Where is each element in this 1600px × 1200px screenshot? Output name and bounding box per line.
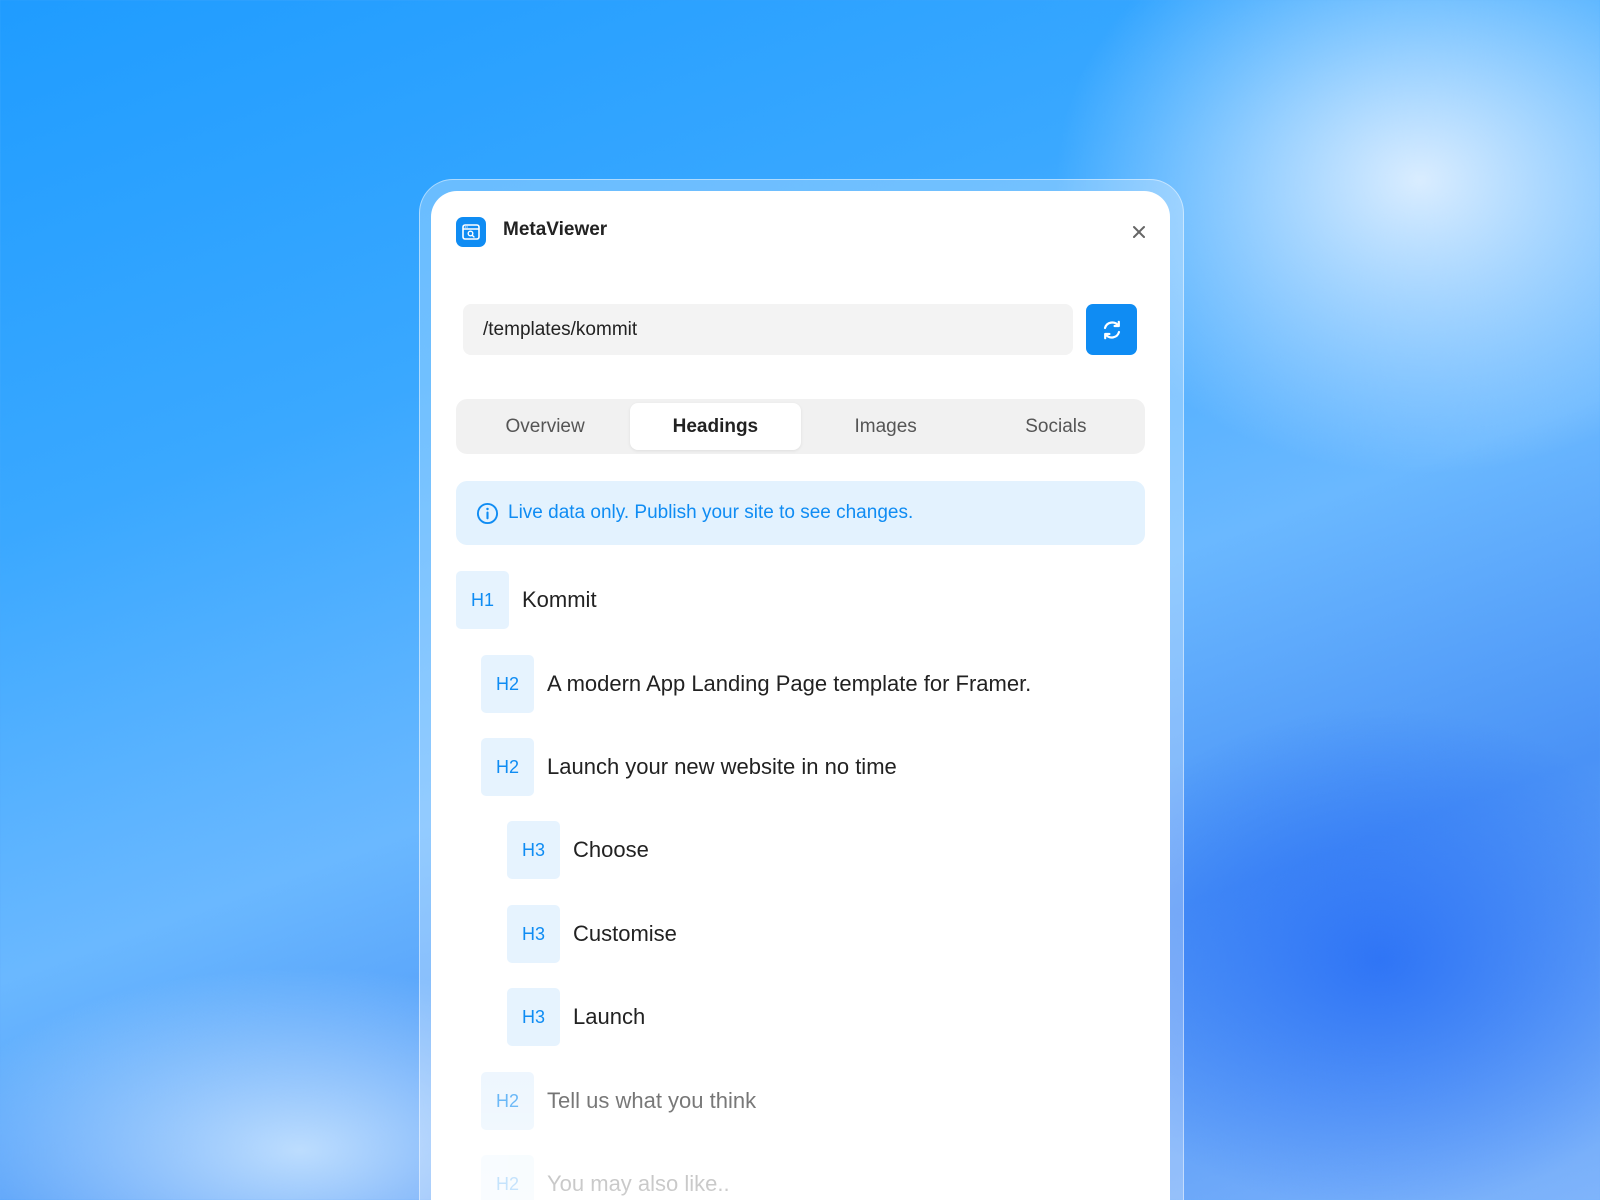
heading-level-badge: H3 xyxy=(507,821,560,879)
heading-text: Kommit xyxy=(522,587,597,612)
heading-text: Launch your new website in no time xyxy=(547,754,897,779)
heading-item-h3[interactable]: H3 Choose xyxy=(507,821,649,879)
heading-level-badge: H1 xyxy=(456,571,509,629)
metaviewer-window: MetaViewer Overview Headings Images Soci… xyxy=(431,191,1170,1200)
heading-text: You may also like.. xyxy=(547,1171,730,1196)
title-bar: MetaViewer xyxy=(431,191,1170,273)
refresh-icon xyxy=(1103,320,1120,339)
heading-level-badge: H3 xyxy=(507,988,560,1046)
heading-level-badge: H2 xyxy=(481,1072,534,1130)
heading-item-h3[interactable]: H3 Customise xyxy=(507,905,677,963)
refresh-button[interactable] xyxy=(1086,304,1137,355)
url-path-input[interactable] xyxy=(463,304,1073,355)
heading-text: A modern App Landing Page template for F… xyxy=(547,671,1032,696)
heading-level-badge: H2 xyxy=(481,1155,534,1200)
tab-socials[interactable]: Socials xyxy=(971,403,1141,450)
app-title: MetaViewer xyxy=(503,219,608,240)
heading-text: Tell us what you think xyxy=(547,1088,757,1113)
tab-bar: Overview Headings Images Socials xyxy=(456,399,1145,454)
heading-item-h2[interactable]: H2 Launch your new website in no time xyxy=(481,738,897,796)
banner-message: Live data only. Publish your site to see… xyxy=(508,502,914,523)
heading-level-badge: H2 xyxy=(481,655,534,713)
tab-images[interactable]: Images xyxy=(801,403,971,450)
heading-level-badge: H3 xyxy=(507,905,560,963)
close-icon xyxy=(1133,226,1145,238)
heading-text: Launch xyxy=(573,1004,646,1029)
heading-item-h1[interactable]: H1 Kommit xyxy=(456,571,597,629)
heading-item-h2[interactable]: H2 Tell us what you think xyxy=(481,1072,756,1130)
heading-text: Customise xyxy=(573,921,677,946)
heading-item-h3[interactable]: H3 Launch xyxy=(507,988,645,1046)
heading-item-h2[interactable]: H2 A modern App Landing Page template fo… xyxy=(481,655,1031,713)
heading-item-h2[interactable]: H2 You may also like.. xyxy=(481,1155,730,1200)
live-data-banner: Live data only. Publish your site to see… xyxy=(456,481,1145,545)
browser-search-icon xyxy=(456,217,486,247)
tab-overview[interactable]: Overview xyxy=(460,403,630,450)
info-icon xyxy=(476,502,499,525)
heading-level-badge: H2 xyxy=(481,738,534,796)
heading-text: Choose xyxy=(573,837,649,862)
close-button[interactable] xyxy=(1128,221,1150,243)
tab-headings[interactable]: Headings xyxy=(630,403,801,450)
